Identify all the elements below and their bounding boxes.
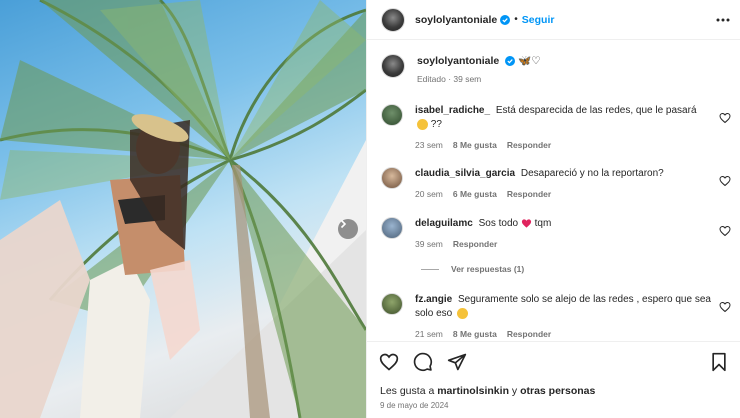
comment-likes[interactable]: 8 Me gusta — [453, 140, 497, 150]
comment-text-suffix: tqm — [534, 218, 552, 229]
sad-face-emoji-icon — [457, 307, 469, 319]
comment-text-suffix: ?? — [430, 119, 442, 130]
replies-divider — [421, 268, 439, 270]
author-username[interactable]: soylolyantoniale — [415, 14, 497, 26]
comment-time[interactable]: 23 sem — [415, 140, 443, 150]
comment-time[interactable]: 21 sem — [415, 329, 443, 339]
thinking-emoji-icon — [417, 118, 428, 130]
caption-text: 🦋♡ — [518, 55, 541, 67]
caption-edited-meta: Editado · 39 sem — [417, 74, 482, 84]
commenter-avatar[interactable] — [381, 167, 403, 189]
commenter-avatar[interactable] — [381, 293, 403, 315]
comment-text: delaguilamc Sos todo tqm — [415, 217, 715, 231]
next-photo-button[interactable] — [338, 219, 358, 239]
comment-username[interactable]: isabel_radiche_ — [415, 105, 490, 116]
post-photo[interactable] — [0, 0, 366, 418]
comment-item: fz.angie Seguramente solo se alejo de la… — [381, 293, 731, 339]
like-comment-heart-icon[interactable] — [719, 112, 731, 124]
comment-time[interactable]: 20 sem — [415, 189, 443, 199]
post-date[interactable]: 9 de mayo de 2024 — [380, 401, 449, 410]
like-comment-heart-icon[interactable] — [719, 301, 731, 313]
author-avatar[interactable] — [381, 7, 405, 32]
comment-text: isabel_radiche_ Está desparecida de las … — [415, 104, 715, 132]
separator-dot: • — [514, 14, 518, 25]
reply-button[interactable]: Responder — [507, 189, 551, 199]
red-heart-emoji-icon — [521, 219, 531, 228]
comment-likes[interactable]: 8 Me gusta — [453, 329, 497, 339]
post-caption: soylolyantoniale 🦋♡ Editado · 39 sem — [381, 54, 727, 84]
likes-username[interactable]: martinolsinkin — [437, 385, 509, 397]
comment-text-content: Sos todo — [478, 218, 519, 229]
verified-badge-icon — [505, 56, 516, 67]
like-heart-icon[interactable] — [379, 352, 399, 372]
post-action-icons — [379, 352, 467, 372]
comment-item: claudia_silvia_garcia Desapareció y no l… — [381, 167, 731, 199]
comment-username[interactable]: claudia_silvia_garcia — [415, 168, 515, 179]
comment-username[interactable]: delaguilamc — [415, 218, 473, 229]
likes-conjunction: y — [511, 385, 518, 397]
comment-item: delaguilamc Sos todo tqm 39 sem Responde… — [381, 217, 731, 249]
view-replies-label: Ver respuestas (1) — [451, 264, 525, 274]
chevron-right-icon — [340, 219, 347, 229]
comment-bubble-icon[interactable] — [413, 352, 433, 372]
post-detail-panel: soylolyantoniale • Seguir soylolyantonia… — [366, 0, 740, 418]
comment-text-content: Está desparecida de las redes, que le pa… — [495, 105, 697, 116]
reply-button[interactable]: Responder — [507, 329, 551, 339]
post-header: soylolyantoniale • Seguir — [367, 0, 740, 40]
more-options-icon — [716, 18, 730, 22]
commenter-avatar[interactable] — [381, 217, 403, 239]
comment-actions: 20 sem 6 Me gusta Responder — [415, 189, 715, 199]
comment-actions: 39 sem Responder — [415, 239, 715, 249]
caption-avatar[interactable] — [381, 54, 405, 78]
comment-likes[interactable]: 6 Me gusta — [453, 189, 497, 199]
reply-button[interactable]: Responder — [453, 239, 497, 249]
comment-actions: 21 sem 8 Me gusta Responder — [415, 329, 715, 339]
more-options-button[interactable] — [715, 12, 731, 28]
comment-text: fz.angie Seguramente solo se alejo de la… — [415, 293, 715, 321]
caption-line: soylolyantoniale 🦋♡ — [417, 54, 541, 68]
commenter-avatar[interactable] — [381, 104, 403, 126]
photo-illustration — [0, 0, 366, 418]
follow-button[interactable]: Seguir — [522, 14, 555, 26]
likes-prefix: Les gusta a — [380, 385, 435, 397]
save-bookmark-icon[interactable] — [709, 352, 729, 372]
likes-others[interactable]: otras personas — [520, 385, 595, 397]
reply-button[interactable]: Responder — [507, 140, 551, 150]
comment-actions: 23 sem 8 Me gusta Responder — [415, 140, 715, 150]
comment-username[interactable]: fz.angie — [415, 294, 452, 305]
caption-username[interactable]: soylolyantoniale — [417, 55, 499, 67]
share-paper-plane-icon[interactable] — [447, 352, 467, 372]
like-comment-heart-icon[interactable] — [719, 225, 731, 237]
view-replies-button[interactable]: Ver respuestas (1) — [421, 264, 524, 274]
comment-text-content: Desapareció y no la reportaron? — [520, 168, 664, 179]
comment-item: isabel_radiche_ Está desparecida de las … — [381, 104, 731, 150]
like-comment-heart-icon[interactable] — [719, 175, 731, 187]
verified-badge-icon — [500, 14, 511, 25]
comment-time[interactable]: 39 sem — [415, 239, 443, 249]
post-footer: Les gusta a martinolsinkin y otras perso… — [367, 341, 740, 418]
comment-text: claudia_silvia_garcia Desapareció y no l… — [415, 167, 715, 181]
likes-summary: Les gusta a martinolsinkin y otras perso… — [380, 385, 595, 397]
